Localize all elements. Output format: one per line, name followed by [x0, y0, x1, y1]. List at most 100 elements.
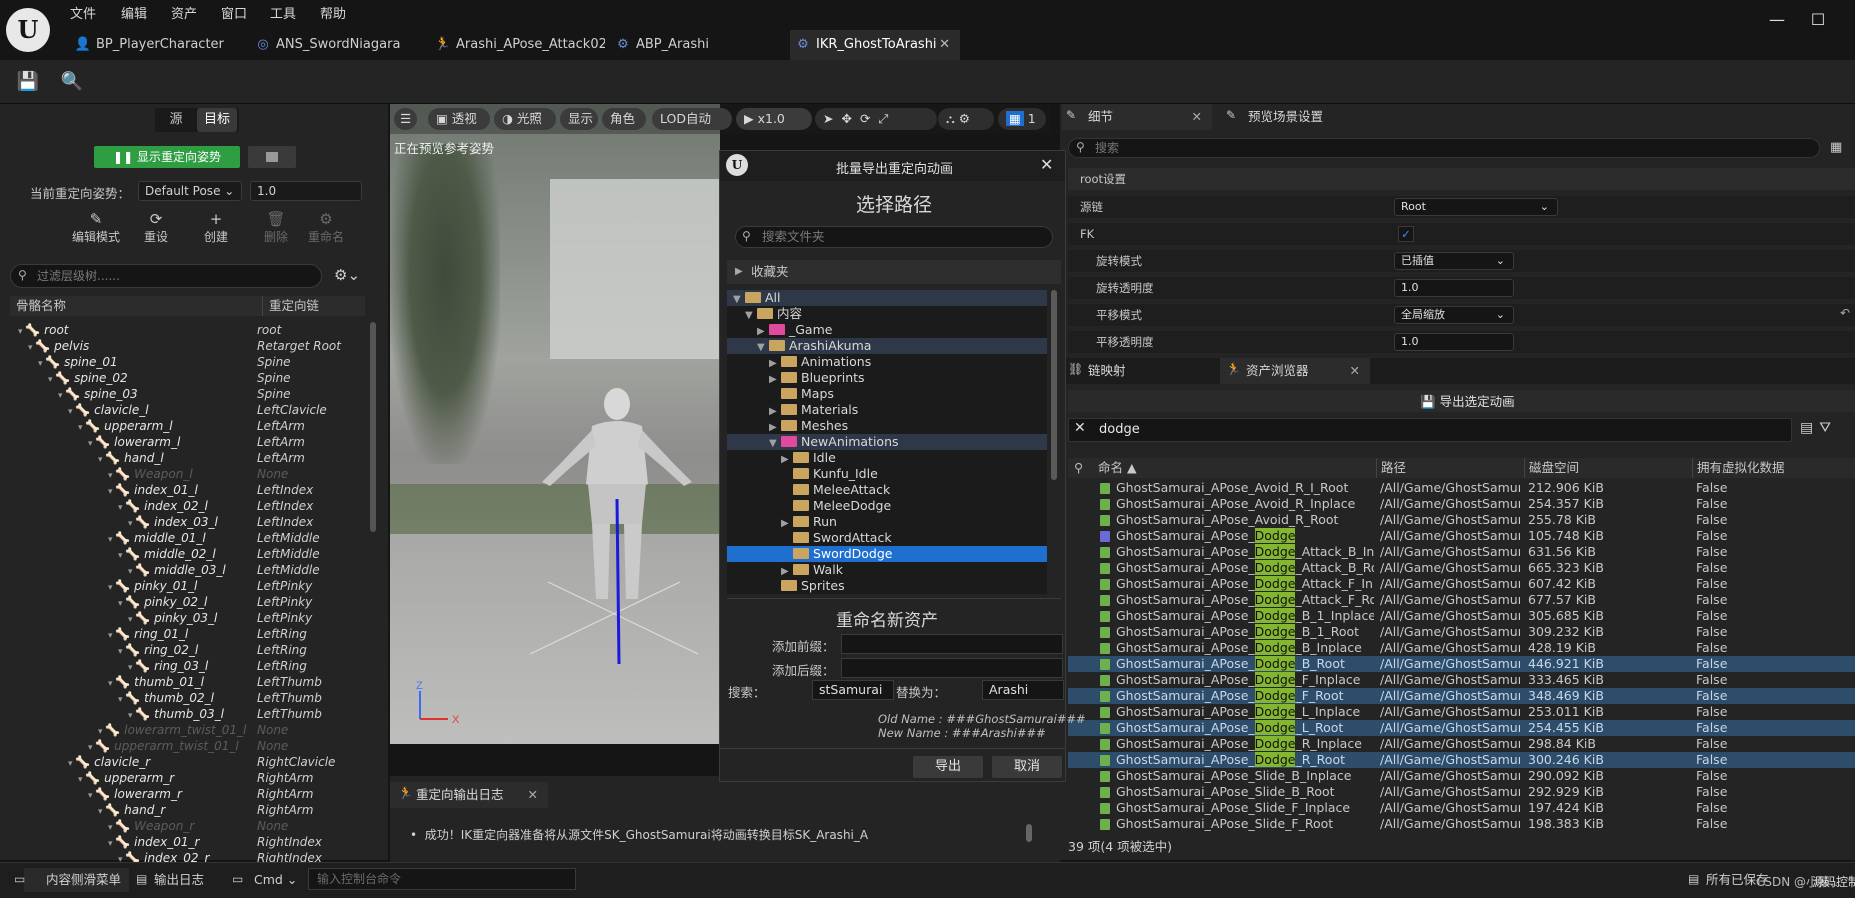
bone-row[interactable]: ▾ 🦴 thumb_02_l LeftThumb — [10, 690, 365, 706]
bone-row[interactable]: ▾ 🦴 clavicle_l LeftClavicle — [10, 402, 365, 418]
editor-tab[interactable]: ⚙ IKR_GhostToArashi ✕ — [790, 30, 960, 60]
folder-row[interactable]: Maps — [727, 386, 1047, 402]
asset-row[interactable]: GhostSamurai_APose_Avoid_R_Root/All/Game… — [1068, 512, 1855, 528]
tab-chain-mapping[interactable]: 链映射 — [1062, 358, 1212, 384]
browse-asset-icon[interactable]: 🔍 — [58, 68, 86, 96]
transform-tools[interactable]: ➤✥⟳⤢ — [815, 108, 937, 130]
details-search-input[interactable]: 搜索 — [1068, 138, 1820, 158]
bone-row[interactable]: ▾ 🦴 index_02_l LeftIndex — [10, 498, 365, 514]
bone-row[interactable]: ▾ 🦴 index_01_l LeftIndex — [10, 482, 365, 498]
root-settings-header[interactable]: root设置 — [1068, 168, 1855, 190]
export-selected-button[interactable]: 💾 导出选定动画 — [1420, 392, 1515, 412]
property-value[interactable]: 已插值 ⌄ — [1394, 252, 1514, 270]
asset-row[interactable]: GhostSamurai_APose_Dodge_Attack_F_Inpl/A… — [1068, 576, 1855, 592]
bone-row[interactable]: ▾ 🦴 spine_02 Spine — [10, 370, 365, 386]
asset-row[interactable]: GhostSamurai_APose_Avoid_R_I_Root/All/Ga… — [1068, 480, 1855, 496]
favorites-section[interactable]: 收藏夹 — [727, 260, 1061, 284]
bone-row[interactable]: ▾ 🦴 upperarm_r RightArm — [10, 770, 365, 786]
asset-row[interactable]: GhostSamurai_APose_Dodge_B_1_Root/All/Ga… — [1068, 624, 1855, 640]
maximize-button[interactable]: ☐ — [1803, 8, 1833, 32]
folder-row[interactable]: ▶ Blueprints — [727, 370, 1047, 386]
bone-row[interactable]: ▾ 🦴 upperarm_l LeftArm — [10, 418, 365, 434]
asset-column[interactable]: 路径 — [1376, 458, 1406, 478]
property-value[interactable]: 1.0 — [1394, 279, 1514, 297]
bone-row[interactable]: ▾ 🦴 spine_03 Spine — [10, 386, 365, 402]
camera-tools[interactable]: ⛬ ⚙ — [938, 108, 994, 130]
viewport-button[interactable]: LOD自动 — [652, 108, 732, 130]
folder-search-input[interactable]: 搜索文件夹 — [735, 226, 1053, 248]
dialog-close-button[interactable]: ✕ — [1040, 155, 1053, 174]
col-chain[interactable]: 重定向链 — [262, 296, 319, 316]
tab-preview-scene[interactable]: 预览场景设置 — [1222, 104, 1372, 130]
rename-button[interactable]: ⚙ 重命名 — [296, 210, 356, 245]
viewport-menu-button[interactable]: ☰ — [394, 108, 418, 130]
suffix-input[interactable] — [841, 658, 1063, 678]
asset-row[interactable]: GhostSamurai_APose_Dodge_B_1_Inplace/All… — [1068, 608, 1855, 624]
asset-column[interactable]: 拥有虚拟化数据 — [1692, 458, 1785, 478]
view-options-icon[interactable]: ▦ — [1830, 140, 1842, 155]
bone-row[interactable]: ▾ 🦴 hand_l LeftArm — [10, 450, 365, 466]
unreal-logo-icon[interactable]: U — [6, 8, 50, 52]
folder-row[interactable]: SwordDodge — [727, 546, 1047, 562]
folder-row[interactable]: ▶ Animations — [727, 354, 1047, 370]
log-tab[interactable]: 重定向输出日志 ✕ — [390, 782, 548, 808]
menu-item[interactable]: 文件 — [70, 4, 96, 26]
asset-row[interactable]: GhostSamurai_APose_Dodge_L_Root/All/Game… — [1068, 720, 1855, 736]
reset-button[interactable]: ⟳ 重设 — [126, 210, 186, 245]
bone-row[interactable]: ▾ 🦴 ring_03_l LeftRing — [10, 658, 365, 674]
console-input[interactable]: 输入控制台命令 — [308, 868, 576, 890]
bone-row[interactable]: ▾ 🦴 pinky_01_l LeftPinky — [10, 578, 365, 594]
asset-row[interactable]: GhostSamurai_APose_Slide_F_Inplace/All/G… — [1068, 800, 1855, 816]
folder-row[interactable]: MeleeAttack — [727, 482, 1047, 498]
tree-scrollbar[interactable] — [370, 322, 376, 532]
column-filter-icon[interactable]: ⚲ — [1074, 458, 1083, 478]
grid-toggle[interactable]: ▦ 1 — [998, 108, 1046, 130]
asset-row[interactable]: GhostSamurai_APose_Slide_F_Root/All/Game… — [1068, 816, 1855, 832]
seg-source[interactable]: 源 — [157, 108, 195, 132]
folder-row[interactable]: ▼ 内容 — [727, 306, 1047, 322]
menu-item[interactable]: 资产 — [171, 4, 197, 26]
character-mannequin[interactable] — [530, 354, 710, 694]
bone-row[interactable]: ▾ 🦴 middle_03_l LeftMiddle — [10, 562, 365, 578]
asset-row[interactable]: GhostSamurai_APose_Slide_B_Root/All/Game… — [1068, 784, 1855, 800]
bone-row[interactable]: ▾ 🦴 lowerarm_l LeftArm — [10, 434, 365, 450]
expand-arrow-icon[interactable]: ▶ — [735, 266, 743, 277]
asset-row[interactable]: GhostSamurai_APose_Dodge_F_Inplace/All/G… — [1068, 672, 1855, 688]
log-scrollbar[interactable] — [1026, 824, 1032, 842]
show-retarget-pose-button[interactable]: ❚❚ 显示重定向姿势 — [94, 146, 240, 168]
stop-pose-button[interactable] — [248, 146, 296, 168]
bone-row[interactable]: ▾ 🦴 pinky_02_l LeftPinky — [10, 594, 365, 610]
prefix-input[interactable] — [841, 634, 1063, 654]
menu-item[interactable]: 工具 — [270, 4, 296, 26]
asset-row[interactable]: GhostSamurai_APose_Dodge/All/Game/GhostS… — [1068, 528, 1855, 544]
asset-row[interactable]: GhostSamurai_APose_Dodge_L_Inplace/All/G… — [1068, 704, 1855, 720]
property-value[interactable]: 全局缩放 ⌄ — [1394, 306, 1514, 324]
bone-row[interactable]: ▾ 🦴 thumb_01_l LeftThumb — [10, 674, 365, 690]
folder-row[interactable]: ▶ Run — [727, 514, 1047, 530]
editor-tab[interactable]: ◎ ANS_SwordNiagara — [250, 30, 425, 60]
reset-arrow-icon[interactable]: ↶ — [1840, 306, 1850, 320]
seg-target[interactable]: 目标 — [197, 108, 237, 132]
col-bone-name[interactable]: 骨骼名称 — [16, 296, 66, 316]
asset-row[interactable]: GhostSamurai_APose_Avoid_R_Inplace/All/G… — [1068, 496, 1855, 512]
source-control-button[interactable]: 源码控制 — [1812, 873, 1855, 890]
property-value[interactable]: 1.0 — [1394, 333, 1514, 351]
folder-row[interactable]: ▼ All — [727, 290, 1047, 306]
hierarchy-filter-input[interactable]: 过滤层级树...... — [10, 264, 322, 288]
bone-row[interactable]: ▾ 🦴 index_03_l LeftIndex — [10, 514, 365, 530]
menu-item[interactable]: 帮助 — [320, 4, 346, 26]
edit-mode-button[interactable]: ✎ 编辑模式 — [66, 210, 126, 245]
settings-gear-icon[interactable]: ⚙⌄ — [334, 266, 360, 284]
bone-row[interactable]: ▾ 🦴 thumb_03_l LeftThumb — [10, 706, 365, 722]
editor-tab[interactable]: ⚙ ABP_Arashi — [610, 30, 780, 60]
asset-row[interactable]: GhostSamurai_APose_Dodge_Attack_B_Inpl/A… — [1068, 544, 1855, 560]
bone-row[interactable]: ▾ 🦴 root root — [10, 322, 365, 338]
folder-row[interactable]: ▶ Materials — [727, 402, 1047, 418]
search-text-input[interactable]: stSamurai — [812, 680, 894, 700]
folder-row[interactable]: MeleeDodge — [727, 498, 1047, 514]
tab-close-button[interactable]: ✕ — [939, 30, 950, 60]
bone-row[interactable]: ▾ 🦴 upperarm_twist_01_l None — [10, 738, 365, 754]
folder-row[interactable]: ▼ ArashiAkuma — [727, 338, 1047, 354]
viewport[interactable]: Z X — [390, 104, 720, 744]
asset-row[interactable]: GhostSamurai_APose_Dodge_B_Inplace/All/G… — [1068, 640, 1855, 656]
